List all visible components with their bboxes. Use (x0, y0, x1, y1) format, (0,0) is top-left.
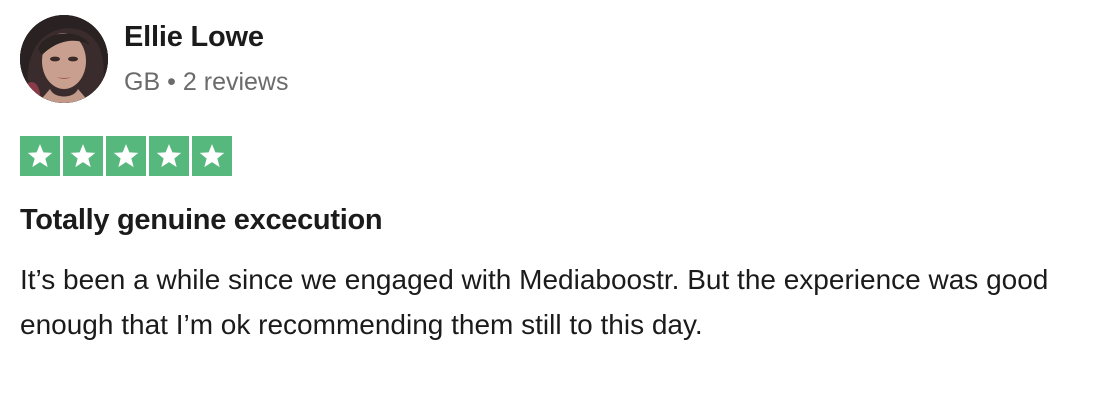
reviewer-country: GB (124, 68, 161, 96)
review-body: It’s been a while since we engaged with … (20, 264, 1049, 340)
meta-separator: • (167, 68, 176, 96)
star-icon (149, 136, 189, 176)
star-icon (192, 136, 232, 176)
reviewer-name[interactable]: Ellie Lowe (124, 19, 264, 55)
review-card: Ellie Lowe GB • 2 reviews Totally genuine … (0, 0, 1094, 402)
star-icon (20, 136, 60, 176)
review-title[interactable]: Totally genuine excecution (20, 202, 383, 238)
star-rating (20, 136, 232, 176)
reviewer-meta: GB • 2 reviews (124, 66, 288, 98)
avatar-image (20, 15, 108, 103)
star-icon (106, 136, 146, 176)
avatar[interactable] (20, 15, 108, 103)
reviewer-review-count[interactable]: 2 reviews (183, 68, 289, 96)
star-icon (63, 136, 103, 176)
